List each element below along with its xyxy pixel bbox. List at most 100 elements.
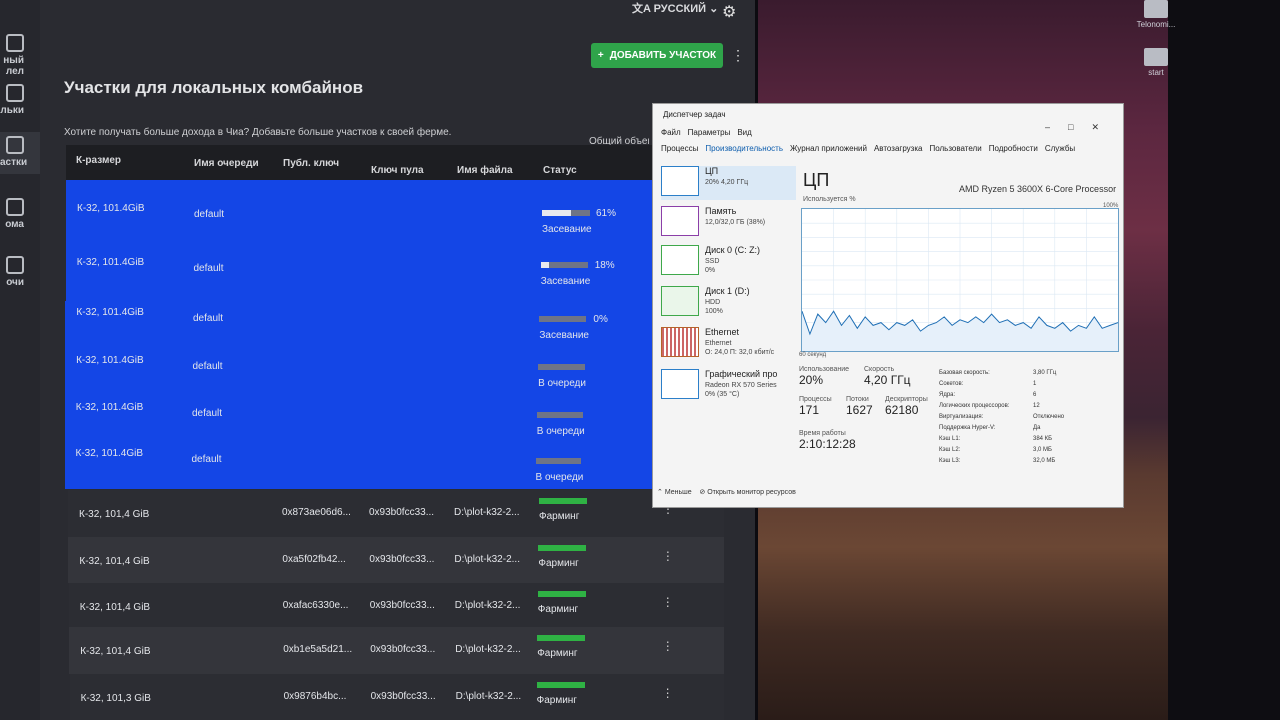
resource-tile[interactable]: Графический про Radeon RX 570 Series 0% (3… — [661, 369, 796, 403]
table-row[interactable]: К-32, 101.4GiB default В очереди — [64, 443, 684, 489]
tab[interactable]: Автозагрузка — [874, 144, 923, 153]
menu-bar: Файл Параметры Вид — [661, 128, 759, 137]
sidebar-item-label: очи — [6, 277, 24, 288]
desktop-icon[interactable]: start — [1131, 48, 1181, 77]
menu-item[interactable]: Параметры — [688, 128, 731, 137]
resource-monitor-label: Открыть монитор ресурсов — [707, 489, 796, 496]
farming-bar — [538, 545, 587, 551]
tab[interactable]: Пользователи — [929, 144, 981, 153]
cpu-usage-graph — [801, 208, 1119, 352]
table-row[interactable]: К-32, 101.4GiB default В очереди — [64, 397, 685, 443]
status-label: Фарминг — [537, 604, 579, 615]
tile-detail-line: 20% 4,20 ГГц — [705, 179, 749, 186]
cpu-properties: Базовая скорость: 3,80 ГГц Сокетов: 1 Ядра: 6… — [939, 368, 1064, 467]
page-title: Участки для локальных комбайнов — [64, 78, 364, 97]
row-menu-icon[interactable]: ⋮ — [662, 686, 674, 700]
table-row[interactable]: К-32, 101,4 GiB 0x873ae06d6... 0x93b0fcc33… — [68, 490, 724, 537]
stat-processes: Процессы 171 — [799, 396, 832, 417]
tile-details: HDD 100% — [705, 298, 723, 316]
sidebar-item[interactable]: ный лел — [0, 30, 40, 83]
status-label: Фарминг — [539, 511, 580, 522]
tile-thumbnail — [661, 166, 699, 196]
progress-percent: 61% — [596, 208, 617, 219]
desktop-icon[interactable]: Telonomi... — [1131, 0, 1181, 29]
table-row[interactable]: К-32, 101,4 GiB 0xa5f02fb42... 0x93b0fcc33… — [68, 537, 724, 583]
language-selector[interactable]: 文A РУССКИЙ ⌄ — [632, 0, 718, 16]
resource-tile[interactable]: Память 12,0/32,0 ГБ (38%) — [661, 206, 796, 240]
progress-bar — [539, 316, 587, 322]
tile-detail-line: SSD — [705, 258, 720, 265]
column-header: Ключ пула — [371, 165, 424, 176]
column-header: Статус — [543, 165, 577, 176]
help-icon — [6, 256, 24, 274]
table-header: К-размер Имя очереди Публ. ключ Ключ пула Им… — [66, 145, 716, 181]
tab[interactable]: Журнал приложений — [790, 144, 867, 153]
stat-handles: Дескрипторы 62180 — [885, 396, 928, 417]
tile-name: Диск 0 (C: Z:) — [705, 245, 761, 255]
status-label: Фарминг — [537, 648, 578, 659]
cell-size: К-32, 101.4GiB — [76, 257, 145, 268]
tile-thumbnail — [661, 286, 699, 316]
stat-value: 4,20 ГГц — [864, 373, 911, 387]
stat-label: Время работы — [799, 430, 846, 437]
status-label: Фарминг — [538, 558, 579, 569]
plus-icon: + — [597, 50, 604, 61]
stat-label: Использование — [799, 366, 850, 373]
property-row: Виртуализация: Отключено — [939, 412, 1064, 423]
property-value: 12 — [1033, 403, 1040, 409]
table-row[interactable]: К-32, 101,4 GiB 0xafac6330e... 0x93b0fcc33… — [68, 583, 724, 627]
menu-item[interactable]: Вид — [737, 128, 751, 137]
row-menu-icon[interactable]: ⋮ — [662, 639, 674, 653]
property-value: Отключено — [1033, 414, 1065, 420]
window-controls[interactable]: –□✕ — [1045, 122, 1117, 133]
cell-size: К-32, 101,4 GiB — [80, 646, 151, 657]
property-key: Кэш L1: — [939, 436, 961, 442]
property-value: Да — [1033, 425, 1041, 431]
progress-bar — [538, 364, 585, 370]
sidebar-item[interactable]: астки — [0, 132, 40, 174]
more-options-icon[interactable]: ⋮ — [731, 48, 745, 62]
progress-fill — [540, 262, 550, 268]
row-menu-icon[interactable]: ⋮ — [662, 595, 674, 609]
table-row[interactable]: К-32, 101,4 GiB 0xb1e5a5d21... 0x93b0fcc33… — [69, 627, 724, 674]
table-row[interactable]: К-32, 101.4GiB default 61% Засевание — [66, 180, 690, 249]
tile-detail-line: 0% (35 °C) — [705, 391, 740, 398]
resource-tile[interactable]: Диск 0 (C: Z:) SSD 0% — [661, 245, 796, 279]
table-row[interactable]: К-32, 101.4GiB default 18% Засевание — [65, 249, 689, 301]
resource-tile[interactable]: ЦП 20% 4,20 ГГц — [661, 166, 796, 200]
task-manager-window: Диспетчер задач –□✕ Файл Параметры Вид Про… — [652, 103, 1124, 508]
table-row[interactable]: К-32, 101,3 GiB 0x9876b4bc... 0x93b0fcc33.… — [69, 674, 724, 720]
stat-label: Скорость — [864, 366, 895, 373]
property-row: Ядра: 6 — [939, 390, 1064, 401]
tab[interactable]: Производительность — [705, 144, 783, 153]
tile-thumbnail — [661, 369, 699, 399]
property-key: Базовая скорость: — [939, 370, 990, 376]
cell-size: К-32, 101.4GiB — [76, 355, 144, 366]
sidebar-item[interactable]: ома — [0, 194, 40, 236]
tile-detail-line: 12,0/32,0 ГБ (38%) — [705, 219, 766, 226]
tab[interactable]: Подробности — [989, 144, 1038, 153]
progress-bar — [542, 210, 590, 216]
cpu-heading: ЦП — [803, 170, 830, 190]
tab[interactable]: Службы — [1045, 144, 1075, 153]
tab[interactable]: Процессы — [661, 144, 698, 153]
table-row[interactable]: К-32, 101.4GiB default 0% Засевание — [65, 301, 688, 349]
progress-bar — [535, 458, 581, 464]
table-row[interactable]: К-32, 101.4GiB default В очереди — [65, 349, 687, 397]
fewer-details-link[interactable]: ⌃ Меньше — [657, 489, 692, 496]
add-plot-button[interactable]: + ДОБАВИТЬ УЧАСТОК — [591, 43, 723, 68]
cell-pubkey: 0x9876b4bc... — [283, 691, 347, 702]
sidebar-item[interactable]: льки — [0, 80, 40, 122]
resource-tile[interactable]: Диск 1 (D:) HDD 100% — [661, 286, 796, 320]
status-label: Засевание — [539, 330, 589, 341]
stat-value: 1627 — [846, 403, 873, 417]
resource-tile[interactable]: Ethernet Ethernet О: 24,0 П: 32,0 кбит/с — [661, 327, 796, 361]
menu-item[interactable]: Файл — [661, 128, 681, 137]
row-menu-icon[interactable]: ⋮ — [662, 549, 674, 563]
status-label: Засевание — [540, 276, 591, 287]
property-row: Кэш L1: 384 КБ — [939, 434, 1064, 445]
cell-pubkey: 0xb1e5a5d21... — [283, 644, 353, 655]
settings-gear-icon[interactable]: ⚙ — [722, 2, 736, 22]
resource-monitor-link[interactable]: ⊘ Открыть монитор ресурсов — [699, 489, 795, 496]
sidebar-item[interactable]: очи — [0, 252, 40, 294]
